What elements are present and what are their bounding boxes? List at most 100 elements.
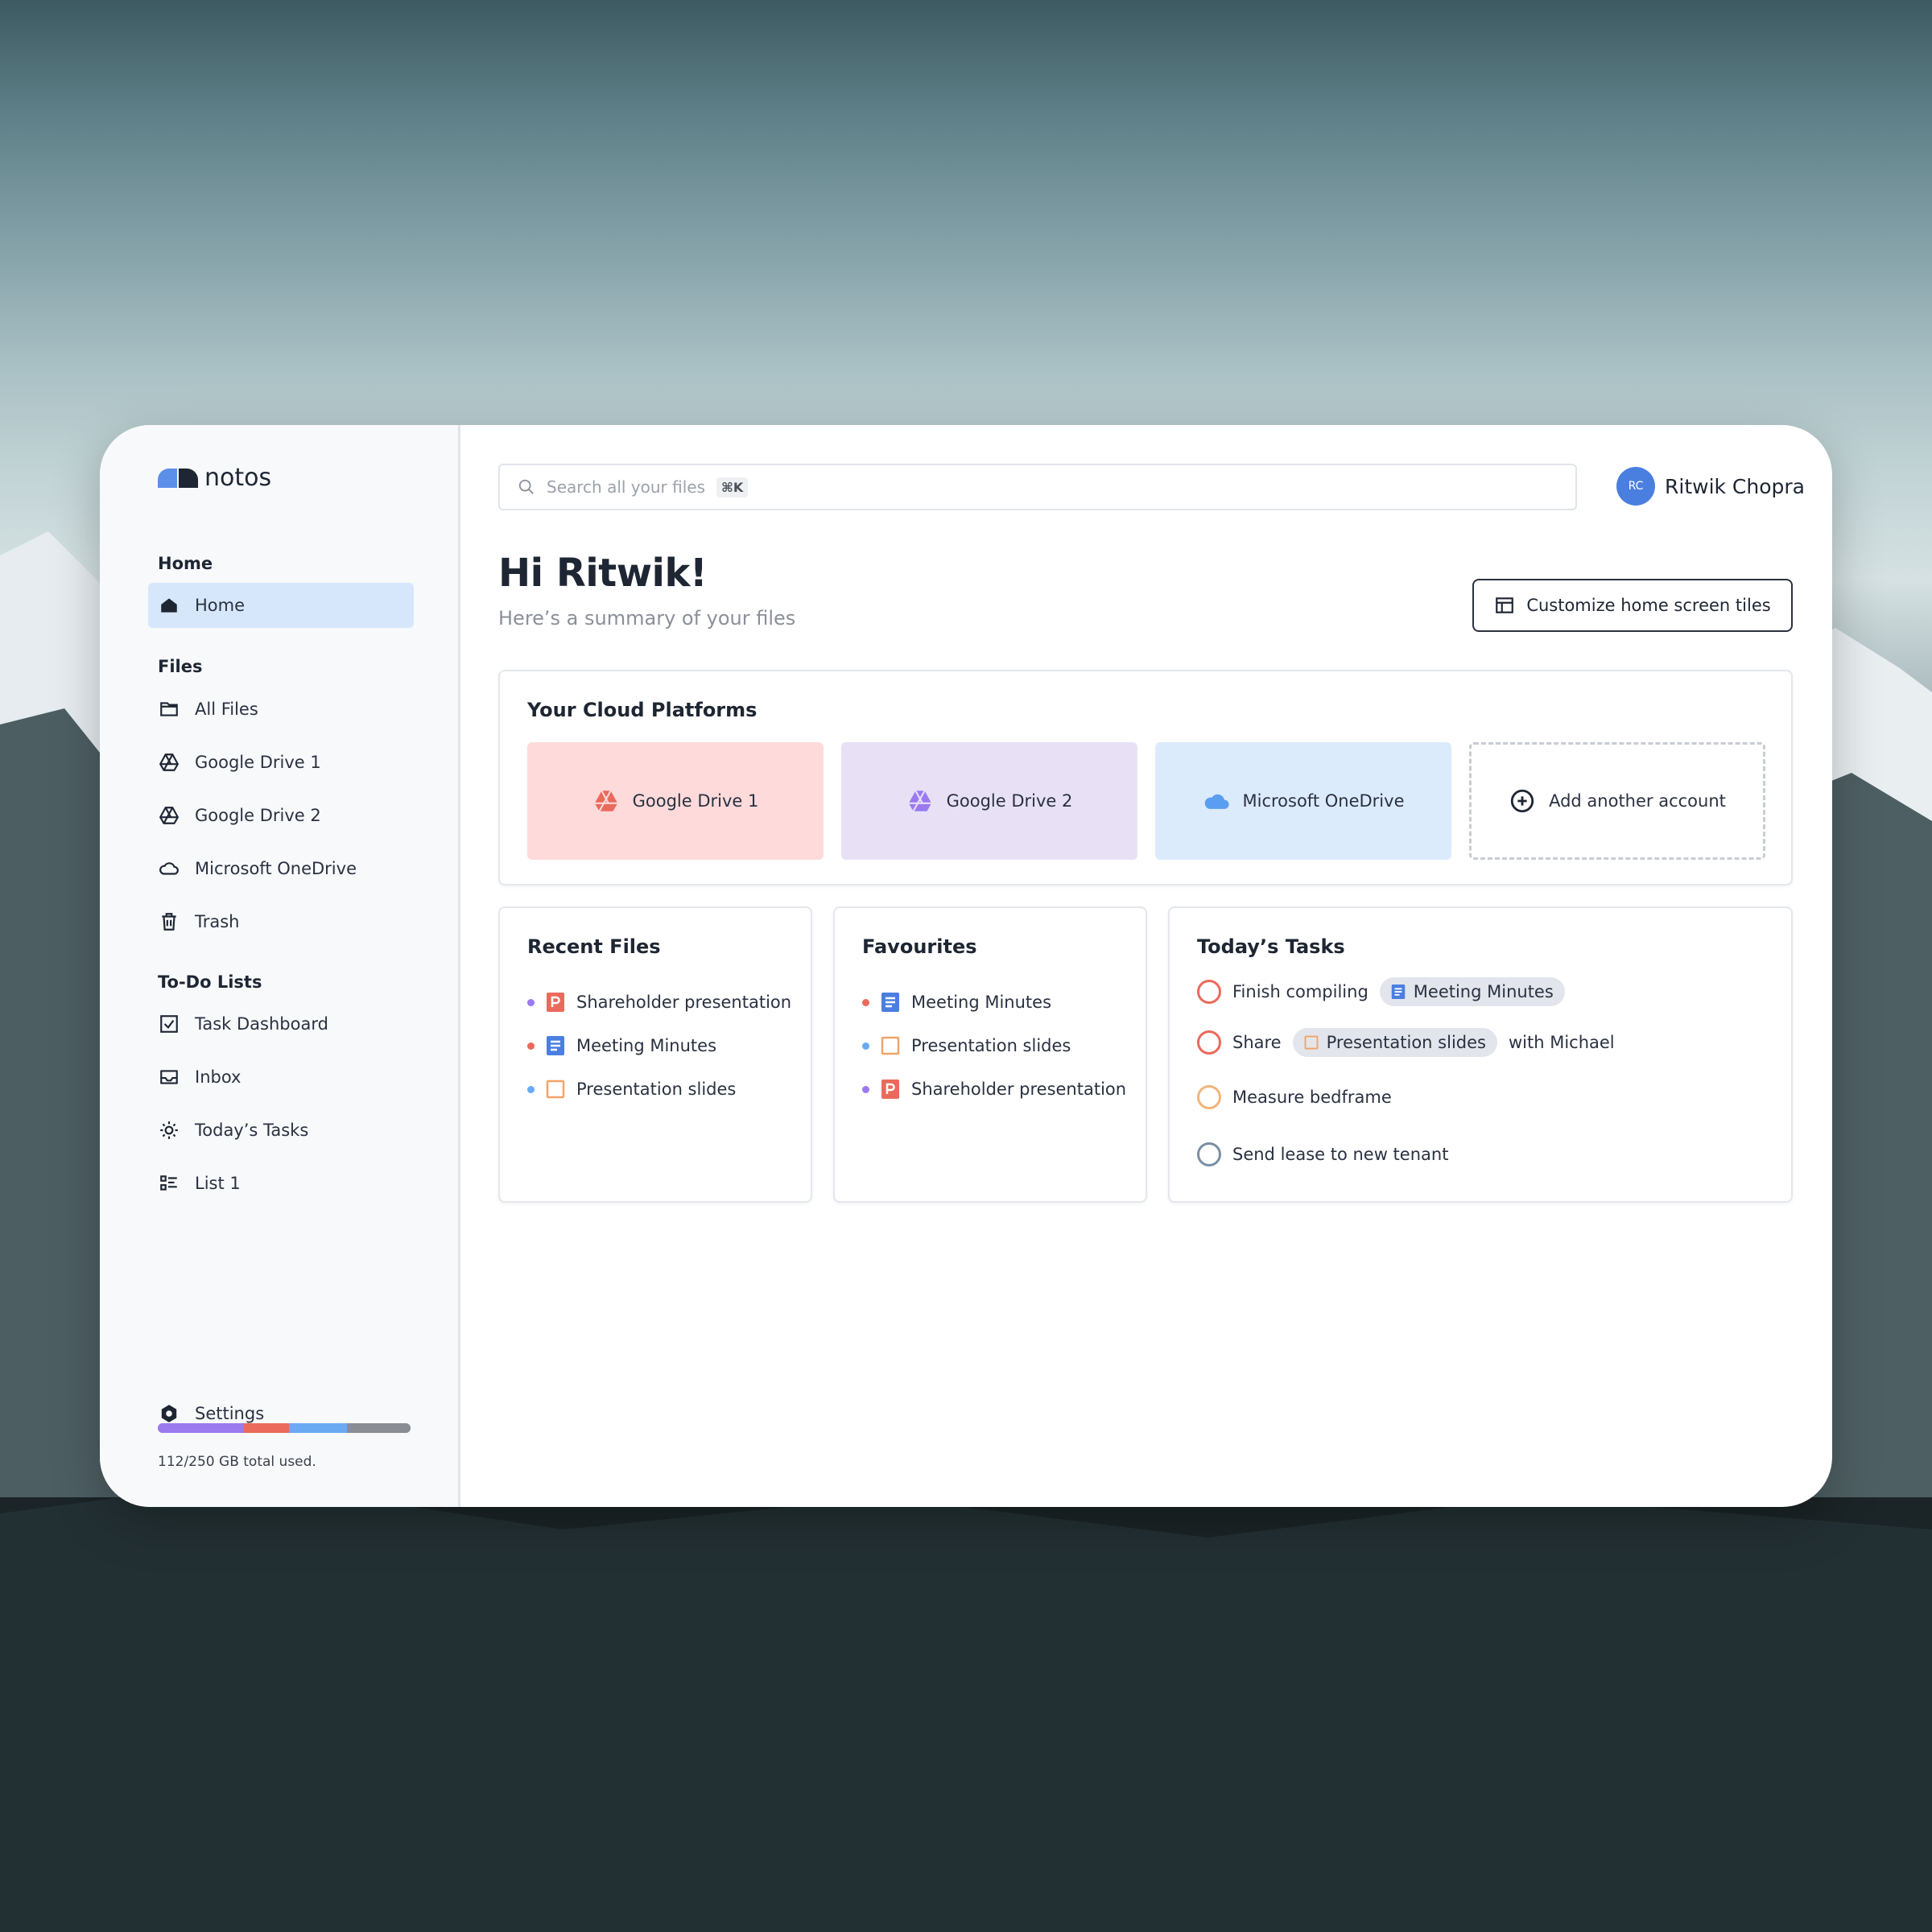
file-chip-label: Presentation slides (1326, 1033, 1486, 1052)
document-file-icon (881, 993, 899, 1012)
add-account-button[interactable]: Add another account (1469, 742, 1765, 860)
list-item[interactable]: Meeting Minutes (527, 1024, 791, 1067)
search-placeholder: Search all your files (547, 477, 706, 497)
storage-usage-text: 112/250 GB total used. (158, 1454, 316, 1470)
slides-file-icon (546, 1080, 565, 1099)
task-item: Finish compiling Meeting Minutes (1197, 977, 1565, 1006)
file-name: Meeting Minutes (576, 1036, 717, 1055)
section-heading-home: Home (158, 554, 213, 573)
google-drive-icon (158, 804, 180, 827)
cloud-tile-label: Google Drive 1 (632, 791, 759, 811)
layout-icon (1496, 597, 1514, 613)
sidebar-item-label: List 1 (195, 1174, 241, 1193)
file-name: Shareholder presentation (576, 993, 792, 1012)
sidebar-item-label: Task Dashboard (195, 1014, 328, 1034)
add-account-label: Add another account (1549, 791, 1726, 811)
file-name: Presentation slides (911, 1036, 1071, 1055)
plus-circle-icon (1510, 789, 1534, 813)
document-file-icon (1391, 985, 1406, 999)
storage-segment-3 (289, 1423, 348, 1433)
settings-label: Settings (195, 1404, 265, 1423)
checkbox-icon (158, 1013, 180, 1035)
file-chip-label: Meeting Minutes (1413, 982, 1554, 1001)
page-title: Hi Ritwik! (498, 551, 708, 596)
cloud-icon (158, 857, 180, 880)
app-logo[interactable]: notos (158, 464, 271, 492)
slides-file-icon (881, 1080, 899, 1099)
sidebar-item-home[interactable]: Home (148, 583, 414, 628)
home-icon (158, 594, 180, 617)
user-menu[interactable]: RC Ritwik Chopra (1616, 467, 1805, 506)
sidebar-item-trash[interactable]: Trash (148, 899, 414, 944)
sidebar-item-label: Trash (195, 912, 240, 931)
task-text: Finish compiling (1232, 982, 1368, 1001)
sidebar-item-label: Today’s Tasks (195, 1121, 309, 1140)
sidebar-item-task-dashboard[interactable]: Task Dashboard (148, 1001, 414, 1046)
sidebar-item-list-1[interactable]: List 1 (148, 1161, 414, 1206)
list-item[interactable]: Shareholder presentation (527, 980, 791, 1024)
list-item[interactable]: Presentation slides (862, 1024, 1126, 1067)
task-checkbox[interactable] (1197, 1142, 1221, 1166)
status-dot (862, 1042, 869, 1050)
recent-files-title: Recent Files (527, 935, 661, 958)
task-text: Send lease to new tenant (1232, 1145, 1449, 1164)
task-item: Measure bedframe (1197, 1085, 1392, 1109)
file-chip[interactable]: Meeting Minutes (1379, 977, 1565, 1006)
settings-icon (158, 1402, 180, 1425)
todays-tasks-title: Today’s Tasks (1197, 935, 1345, 958)
logo-text: notos (204, 464, 272, 492)
cloud-platforms-card: Your Cloud Platforms Google Drive 1 Goog… (498, 670, 1793, 886)
cloud-tile-google-drive-1[interactable]: Google Drive 1 (527, 742, 824, 860)
inbox-icon (158, 1066, 180, 1088)
status-dot (862, 998, 869, 1006)
favourites-card: Favourites Meeting Minutes Presentation … (833, 906, 1147, 1203)
logo-icon (158, 468, 198, 488)
app-window: notos Home Home Files All Files Google D… (100, 425, 1832, 1507)
google-drive-icon (158, 751, 180, 774)
sidebar-item-label: Home (195, 596, 246, 615)
google-drive-icon (908, 790, 931, 812)
google-drive-icon (594, 790, 617, 812)
list-icon (158, 1172, 180, 1195)
storage-progress-bar (158, 1423, 411, 1433)
task-item: Share Presentation slides with Michael (1197, 1028, 1615, 1057)
task-checkbox[interactable] (1197, 1085, 1221, 1109)
sidebar-item-all-files[interactable]: All Files (148, 687, 414, 732)
sidebar-item-label: All Files (195, 700, 258, 719)
sidebar-item-label: Google Drive 1 (195, 753, 321, 772)
sidebar-item-todays-tasks[interactable]: Today’s Tasks (148, 1108, 414, 1153)
avatar: RC (1616, 467, 1655, 506)
search-input[interactable]: Search all your files ⌘K (498, 464, 1577, 510)
sidebar-item-label: Microsoft OneDrive (195, 859, 357, 878)
favourites-title: Favourites (862, 935, 977, 958)
favourites-list: Meeting Minutes Presentation slides Shar… (862, 980, 1126, 1111)
cloud-icon (1204, 794, 1229, 809)
status-dot (862, 1085, 869, 1093)
file-chip[interactable]: Presentation slides (1292, 1028, 1497, 1057)
list-item[interactable]: Meeting Minutes (862, 980, 1126, 1024)
storage-segment-2 (243, 1423, 290, 1433)
task-checkbox[interactable] (1197, 1030, 1221, 1055)
cloud-tile-label: Microsoft OneDrive (1242, 791, 1405, 811)
task-text: Measure bedframe (1232, 1088, 1392, 1107)
cloud-tile-onedrive[interactable]: Microsoft OneDrive (1155, 742, 1451, 860)
list-item[interactable]: Shareholder presentation (862, 1067, 1126, 1111)
search-icon (518, 479, 534, 494)
file-name: Shareholder presentation (911, 1080, 1127, 1099)
sidebar-item-inbox[interactable]: Inbox (148, 1055, 414, 1100)
search-shortcut-badge: ⌘K (716, 477, 749, 497)
sidebar-item-onedrive[interactable]: Microsoft OneDrive (148, 846, 414, 891)
section-heading-files: Files (158, 657, 203, 676)
customize-tiles-label: Customize home screen tiles (1526, 596, 1771, 615)
list-item[interactable]: Presentation slides (527, 1067, 791, 1111)
customize-tiles-button[interactable]: Customize home screen tiles (1472, 579, 1793, 632)
document-file-icon (547, 1036, 564, 1055)
sidebar-item-google-drive-2[interactable]: Google Drive 2 (148, 793, 414, 838)
cloud-tile-label: Google Drive 2 (946, 791, 1073, 811)
storage-segment-4 (347, 1423, 411, 1433)
page-subtitle: Here’s a summary of your files (498, 607, 796, 630)
task-checkbox[interactable] (1197, 980, 1221, 1004)
sun-icon (158, 1119, 180, 1141)
cloud-tile-google-drive-2[interactable]: Google Drive 2 (841, 742, 1137, 860)
sidebar-item-google-drive-1[interactable]: Google Drive 1 (148, 740, 414, 785)
